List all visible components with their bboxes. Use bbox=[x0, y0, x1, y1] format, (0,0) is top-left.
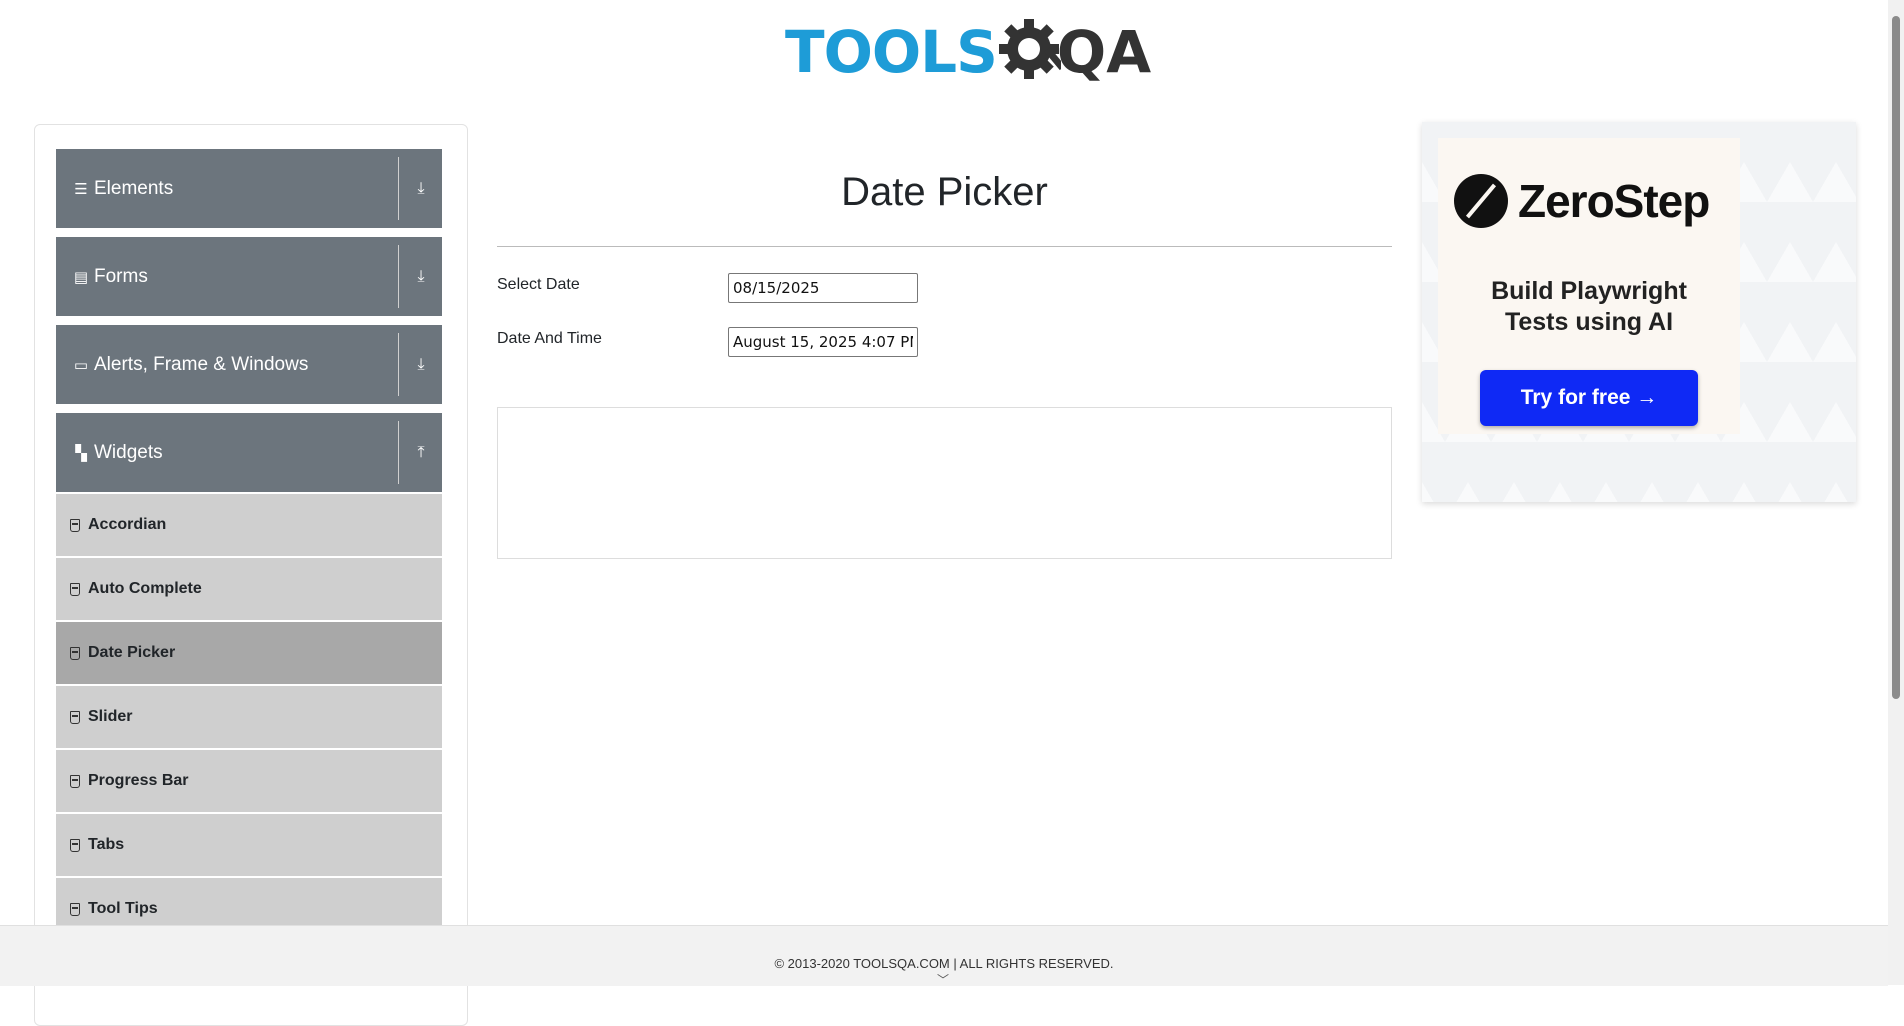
html5-icon bbox=[70, 838, 80, 852]
logo-text-tools: TOOLS bbox=[785, 18, 998, 86]
divider bbox=[398, 157, 399, 220]
html5-icon bbox=[70, 518, 80, 532]
sidebar-item-auto-complete[interactable]: Auto Complete bbox=[56, 557, 442, 620]
sidebar-item-label: Tabs bbox=[88, 836, 125, 853]
download-icon[interactable]: ⤓ bbox=[400, 237, 442, 316]
download-icon[interactable]: ⤓ bbox=[400, 149, 442, 228]
site-header: TOOLS QA bbox=[0, 0, 1888, 100]
window-icon: ▭ bbox=[73, 356, 89, 374]
site-footer: © 2013-2020 TOOLSQA.COM | ALL RIGHTS RES… bbox=[0, 925, 1888, 988]
chevron-down-icon[interactable]: ﹀ bbox=[937, 971, 949, 988]
logo-text-qa: QA bbox=[1056, 18, 1152, 86]
sidebar-group-label: Alerts, Frame & Windows bbox=[94, 353, 309, 375]
ad-placeholder-box bbox=[497, 407, 1392, 559]
sidebar-item-label: Tool Tips bbox=[88, 900, 158, 917]
ad-card: ZeroStep Build Playwright Tests using AI… bbox=[1438, 138, 1740, 434]
sidebar-item-label: Accordian bbox=[88, 516, 167, 533]
sidebar-group-elements[interactable]: ☰ Elements ⤓ bbox=[56, 149, 442, 228]
html5-icon bbox=[70, 582, 80, 596]
toolsqa-logo[interactable]: TOOLS QA bbox=[785, 14, 1151, 90]
html5-icon bbox=[70, 646, 80, 660]
title-divider bbox=[497, 246, 1392, 247]
sidebar-group-label: Forms bbox=[94, 265, 148, 287]
divider bbox=[398, 333, 399, 396]
ad-brand: ZeroStep bbox=[1454, 174, 1710, 228]
sidebar-item-label: Slider bbox=[88, 708, 133, 725]
divider bbox=[398, 421, 399, 484]
try-for-free-button[interactable]: Try for free → bbox=[1480, 370, 1698, 426]
hamburger-icon: ☰ bbox=[74, 180, 88, 198]
sidebar-item-date-picker[interactable]: Date Picker bbox=[56, 621, 442, 684]
grid-icon: ▚ bbox=[75, 444, 87, 462]
page-title: Date Picker bbox=[841, 170, 1048, 214]
sidebar-group-alerts[interactable]: ▭ Alerts, Frame & Windows ⤓ bbox=[56, 325, 442, 404]
gear-icon bbox=[998, 19, 1061, 79]
sidebar-group-label: Widgets bbox=[94, 441, 163, 463]
sidebar-group-label: Elements bbox=[94, 177, 174, 199]
document-icon: ▤ bbox=[73, 268, 89, 286]
ad-tagline: Build Playwright Tests using AI bbox=[1438, 276, 1740, 338]
download-icon[interactable]: ⤓ bbox=[400, 325, 442, 404]
select-date-input[interactable] bbox=[728, 273, 918, 303]
sidebar-item-label: Progress Bar bbox=[88, 772, 189, 789]
divider bbox=[398, 245, 399, 308]
html5-icon bbox=[70, 902, 80, 916]
ad-tagline-line2: Tests using AI bbox=[1504, 308, 1674, 336]
sidebar-item-label: Auto Complete bbox=[88, 580, 202, 597]
zerostep-ad[interactable]: ZeroStep Build Playwright Tests using AI… bbox=[1422, 122, 1856, 502]
sidebar-group-widgets[interactable]: ▚ Widgets ⤒ bbox=[56, 413, 442, 492]
html5-icon bbox=[70, 774, 80, 788]
sidebar-item-progress-bar[interactable]: Progress Bar bbox=[56, 749, 442, 812]
sidebar-group-forms[interactable]: ▤ Forms ⤓ bbox=[56, 237, 442, 316]
select-date-label: Select Date bbox=[497, 276, 580, 293]
html5-icon bbox=[70, 710, 80, 724]
sidebar-item-accordian[interactable]: Accordian bbox=[56, 493, 442, 556]
ad-tagline-line1: Build Playwright bbox=[1491, 277, 1687, 305]
scrollbar-thumb[interactable] bbox=[1892, 16, 1900, 699]
sidebar-item-label: Date Picker bbox=[88, 644, 176, 661]
zerostep-logo-icon bbox=[1454, 174, 1508, 228]
ad-brand-name: ZeroStep bbox=[1518, 175, 1710, 227]
sidebar-item-slider[interactable]: Slider bbox=[56, 685, 442, 748]
date-and-time-label: Date And Time bbox=[497, 330, 602, 347]
date-and-time-input[interactable] bbox=[728, 327, 918, 357]
upload-icon[interactable]: ⤒ bbox=[400, 413, 442, 492]
copyright-text: © 2013-2020 TOOLSQA.COM | ALL RIGHTS RES… bbox=[774, 956, 1114, 971]
sidebar-item-tabs[interactable]: Tabs bbox=[56, 813, 442, 876]
